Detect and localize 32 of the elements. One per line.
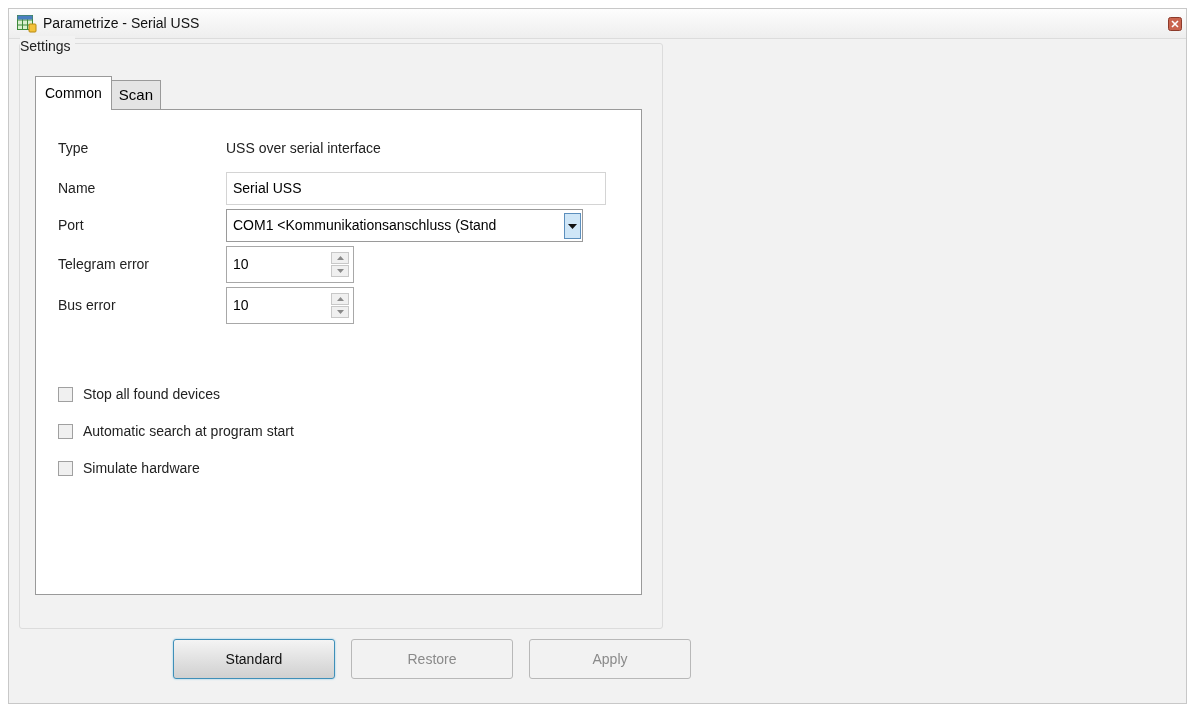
tab[interactable]: Common (35, 76, 112, 110)
down-triangle-icon[interactable] (336, 269, 344, 273)
down-triangle-icon[interactable] (336, 310, 344, 314)
up-triangle-icon[interactable] (336, 256, 344, 260)
table-icon (17, 14, 37, 33)
spin-down-button[interactable] (331, 265, 349, 277)
field-label: Type (58, 138, 90, 158)
spin-down-button[interactable] (331, 306, 349, 318)
dropdown-field[interactable]: COM1 <Kommunikationsanschluss (Stand (226, 209, 583, 242)
up-triangle-icon[interactable] (336, 297, 344, 301)
window-title: Parametrize - Serial USS (43, 14, 200, 33)
field-label: Port (58, 216, 85, 235)
checkbox[interactable] (58, 461, 73, 476)
close-icon[interactable] (1168, 16, 1182, 31)
dialog-button[interactable]: Standard (173, 639, 335, 679)
field-label: Name (58, 179, 97, 198)
tab[interactable]: Scan (111, 80, 161, 109)
checkbox[interactable] (58, 387, 73, 402)
caret-icon[interactable] (564, 212, 581, 239)
field-value: USS over serial interface (226, 138, 381, 158)
spin-up-button[interactable] (331, 293, 349, 305)
text-field[interactable]: Serial USS (226, 172, 606, 205)
field-label: Telegram error (58, 255, 151, 274)
checkbox-label: Stop all found devices (83, 385, 220, 404)
field-label: Bus error (58, 296, 117, 315)
checkbox[interactable] (58, 424, 73, 439)
spinner-field[interactable]: 10 (226, 287, 354, 324)
spin-up-button[interactable] (331, 252, 349, 264)
checkbox-label: Simulate hardware (83, 459, 200, 478)
group-label: Settings (20, 36, 75, 57)
checkbox-label: Automatic search at program start (83, 422, 294, 441)
spinner-field[interactable]: 10 (226, 246, 354, 283)
